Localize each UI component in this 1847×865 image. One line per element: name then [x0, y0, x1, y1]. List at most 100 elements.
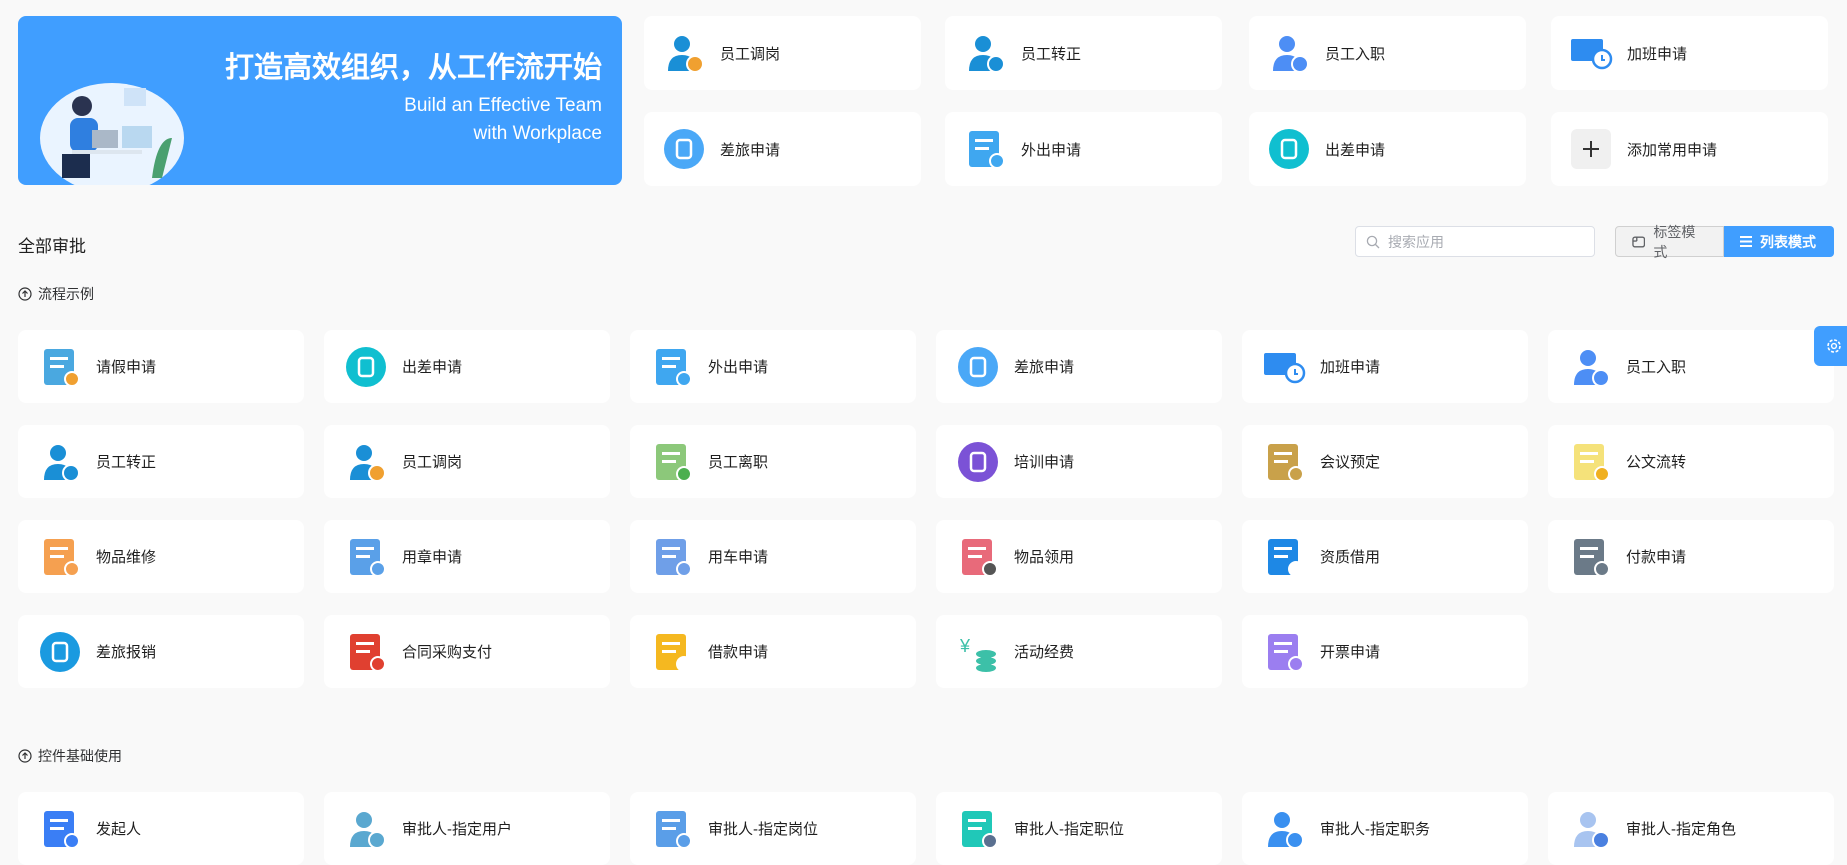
- app-card-box[interactable]: 物品领用: [936, 520, 1222, 593]
- app-card-label: 员工调岗: [720, 45, 781, 63]
- banner-title: 打造高效组织，从工作流开始: [224, 52, 602, 84]
- app-card-payment[interactable]: 付款申请: [1548, 520, 1834, 593]
- app-card-label: 加班申请: [1627, 45, 1688, 63]
- user-add-icon: [1568, 345, 1612, 389]
- app-card-tie[interactable]: 审批人-指定职位: [936, 792, 1222, 865]
- workplace-illustration-icon: [40, 83, 184, 185]
- document-icon: [1568, 440, 1612, 484]
- app-card-cart[interactable]: 合同采购支付: [324, 615, 610, 688]
- payment-icon: [1568, 535, 1612, 579]
- app-card-training[interactable]: 培训申请: [936, 425, 1222, 498]
- settings-button[interactable]: [1814, 326, 1847, 366]
- view-mode-toggle: 标签模式 列表模式: [1615, 224, 1834, 260]
- app-card-car[interactable]: 用车申请: [630, 520, 916, 593]
- user-transfer-icon: [662, 31, 706, 75]
- app-card-stamp[interactable]: 用章申请: [324, 520, 610, 593]
- app-card-role[interactable]: 审批人-指定角色: [1548, 792, 1834, 865]
- airplane-icon: [344, 345, 388, 389]
- app-card-monitor-clock[interactable]: 加班申请: [1551, 16, 1828, 90]
- app-card-user-regular[interactable]: 员工转正: [18, 425, 304, 498]
- app-card-certificate[interactable]: 资质借用: [1242, 520, 1528, 593]
- training-icon: [956, 440, 1000, 484]
- app-card-label: 用车申请: [708, 549, 769, 566]
- app-card-airplane[interactable]: 出差申请: [1249, 112, 1526, 186]
- group-title: 控件基础使用: [38, 748, 122, 764]
- app-card-label: 合同采购支付: [402, 644, 493, 661]
- app-card-label: 差旅报销: [96, 644, 157, 661]
- banner-subtitle-line2: with Workplace: [473, 123, 602, 144]
- list-mode-label: 列表模式: [1760, 233, 1816, 250]
- app-card-meeting[interactable]: 会议预定: [1242, 425, 1528, 498]
- app-card-label: 用章申请: [402, 549, 463, 566]
- app-card-coins[interactable]: ¥ 活动经费: [936, 615, 1222, 688]
- app-card-label: 员工转正: [1021, 45, 1082, 63]
- resign-icon: [650, 440, 694, 484]
- app-card-label: 差旅申请: [720, 141, 781, 159]
- tie-icon: [956, 807, 1000, 851]
- app-card-user-regular[interactable]: 员工转正: [945, 16, 1222, 90]
- app-card-user-add[interactable]: 员工入职: [1249, 16, 1526, 90]
- hero-banner: 打造高效组织，从工作流开始 Build an Effective Team wi…: [18, 16, 622, 185]
- app-card-label: 物品维修: [96, 549, 157, 566]
- app-card-user-add[interactable]: 员工入职: [1548, 330, 1834, 403]
- app-card-label: 付款申请: [1626, 549, 1687, 566]
- app-card-plus[interactable]: 添加常用申请: [1551, 112, 1828, 186]
- tag-mode-button[interactable]: 标签模式: [1615, 224, 1724, 260]
- role-icon: [1568, 807, 1612, 851]
- form-edit-icon: [38, 807, 82, 851]
- card-icon: [1632, 236, 1646, 247]
- app-card-label: 加班申请: [1320, 359, 1381, 376]
- group-header[interactable]: 流程示例: [18, 284, 94, 304]
- luggage-icon: [956, 345, 1000, 389]
- stamp-icon: [344, 535, 388, 579]
- app-card-label: 发起人: [96, 821, 142, 838]
- app-card-document[interactable]: 公文流转: [1548, 425, 1834, 498]
- app-card-user-transfer[interactable]: 员工调岗: [324, 425, 610, 498]
- app-card-label: 员工转正: [96, 454, 157, 471]
- app-card-label: 审批人-指定角色: [1626, 821, 1736, 838]
- app-card-label: 添加常用申请: [1627, 141, 1718, 159]
- user-transfer-icon: [344, 440, 388, 484]
- app-card-suit[interactable]: 审批人-指定职务: [1242, 792, 1528, 865]
- app-card-position[interactable]: 审批人-指定岗位: [630, 792, 916, 865]
- certificate-icon: [1262, 535, 1306, 579]
- app-card-reimburse[interactable]: 差旅报销: [18, 615, 304, 688]
- app-card-door-exit[interactable]: 外出申请: [630, 330, 916, 403]
- app-card-monitor-clock[interactable]: 加班申请: [1242, 330, 1528, 403]
- app-card-leave[interactable]: 请假申请: [18, 330, 304, 403]
- page-title: 全部审批: [18, 237, 86, 256]
- app-card-airplane[interactable]: 出差申请: [324, 330, 610, 403]
- app-card-label: 资质借用: [1320, 549, 1381, 566]
- user-regular-icon: [38, 440, 82, 484]
- leave-icon: [38, 345, 82, 389]
- app-card-label: 外出申请: [708, 359, 769, 376]
- cart-icon: [344, 630, 388, 674]
- tools-icon: [38, 535, 82, 579]
- svg-text:¥: ¥: [959, 636, 971, 656]
- app-card-form-edit[interactable]: 发起人: [18, 792, 304, 865]
- app-card-resign[interactable]: 员工离职: [630, 425, 916, 498]
- banner-subtitle: Build an Effective Team with Workplace: [404, 92, 602, 148]
- monitor-clock-icon: [1262, 345, 1306, 389]
- group-header[interactable]: 控件基础使用: [18, 746, 122, 766]
- app-card-loan[interactable]: 借款申请: [630, 615, 916, 688]
- suit-icon: [1262, 807, 1306, 851]
- banner-subtitle-line1: Build an Effective Team: [404, 95, 602, 116]
- door-exit-icon: [650, 345, 694, 389]
- user-check-icon: [344, 807, 388, 851]
- list-mode-button[interactable]: 列表模式: [1724, 226, 1834, 257]
- app-card-user-check[interactable]: 审批人-指定用户: [324, 792, 610, 865]
- search-input[interactable]: [1388, 233, 1578, 250]
- app-card-user-transfer[interactable]: 员工调岗: [644, 16, 921, 90]
- app-card-label: 请假申请: [96, 359, 157, 376]
- app-card-door-exit[interactable]: 外出申请: [945, 112, 1222, 186]
- app-card-invoice[interactable]: 开票申请: [1242, 615, 1528, 688]
- app-card-label: 员工离职: [708, 454, 769, 471]
- app-card-luggage[interactable]: 差旅申请: [644, 112, 921, 186]
- app-card-label: 出差申请: [1325, 141, 1386, 159]
- monitor-clock-icon: [1569, 31, 1613, 75]
- app-card-luggage[interactable]: 差旅申请: [936, 330, 1222, 403]
- search-box[interactable]: [1355, 226, 1595, 257]
- app-card-label: 物品领用: [1014, 549, 1075, 566]
- app-card-tools[interactable]: 物品维修: [18, 520, 304, 593]
